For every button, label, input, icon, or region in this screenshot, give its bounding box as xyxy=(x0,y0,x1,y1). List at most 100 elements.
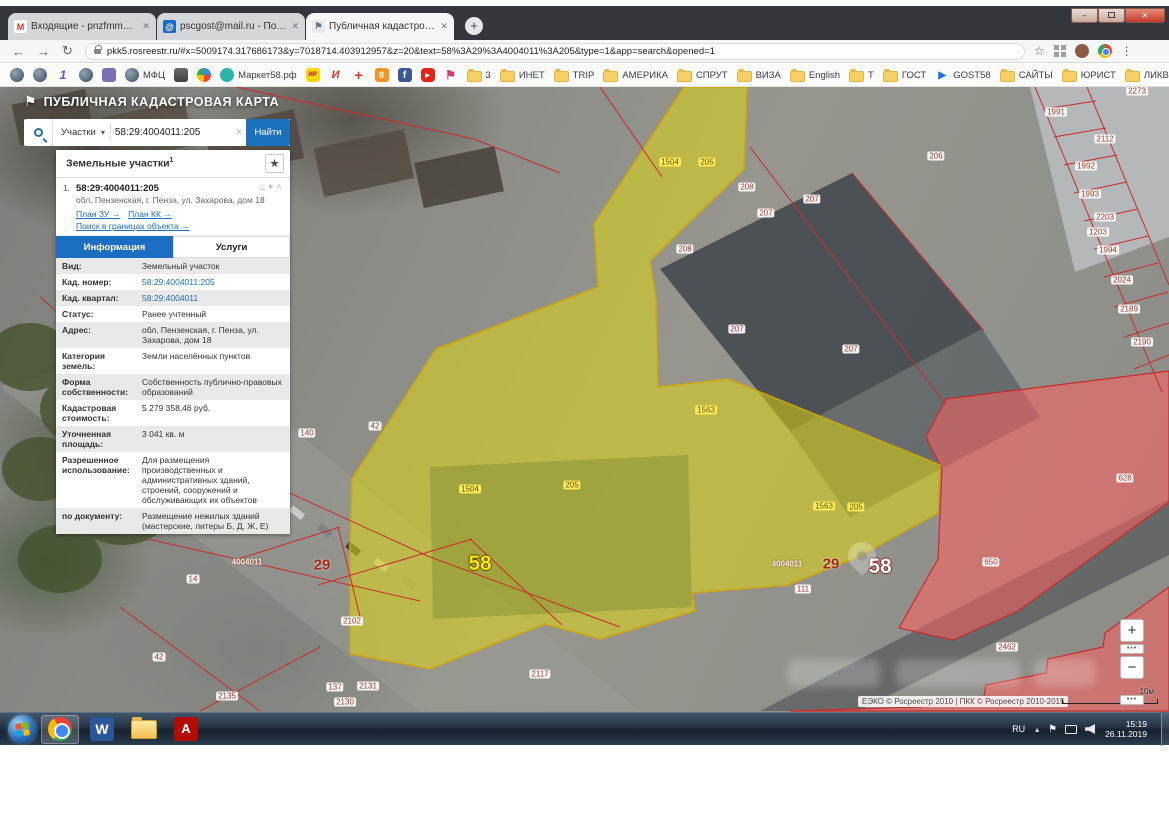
chevron-down-icon: ▾ xyxy=(100,128,105,137)
bookmark-item[interactable] xyxy=(10,68,24,82)
bookmark-item[interactable] xyxy=(374,68,389,82)
bookmark-item[interactable] xyxy=(33,68,47,82)
bookmark-item[interactable]: GOST58 xyxy=(935,68,991,82)
language-indicator[interactable]: RU xyxy=(1012,724,1025,734)
bookmark-star-icon[interactable]: ☆ xyxy=(1034,44,1045,58)
panel-title-count: 1 xyxy=(169,157,174,165)
close-button[interactable]: ✕ xyxy=(1125,8,1165,23)
back-button[interactable]: ← xyxy=(12,44,25,59)
browser-tab[interactable]: Публичная кадастровая карта✕ xyxy=(306,13,454,40)
browser-toolbar: ← → ↻ pkk5.rosreestr.ru/#x=5009174.31768… xyxy=(0,40,1169,63)
zoom-out-button[interactable]: − xyxy=(1120,656,1144,679)
new-tab-button[interactable]: + xyxy=(465,17,483,35)
bookmark-item[interactable]: ЮРИСТ xyxy=(1061,68,1116,82)
taskbar-word[interactable]: W xyxy=(83,715,121,744)
field-value[interactable]: 58:29:4004011 xyxy=(142,293,284,303)
tab-close-icon[interactable]: ✕ xyxy=(142,21,150,32)
profile-avatar[interactable] xyxy=(1074,44,1089,58)
action-center-flag-icon[interactable]: ⚑ xyxy=(1048,724,1057,735)
bookmark-item[interactable]: СПРУТ xyxy=(676,68,728,82)
field-row: Разрешенное использование: Для размещения… xyxy=(56,452,290,508)
bookmark-item[interactable] xyxy=(444,68,458,82)
browser-tab[interactable]: pscgost@mail.ru - Почта Mail.ru ✕ xyxy=(157,13,305,40)
bookmark-item[interactable]: Т xyxy=(849,68,874,82)
zoom-controls: + ••• − ••• xyxy=(1120,619,1144,707)
taskbar-explorer[interactable] xyxy=(125,715,163,744)
result-link[interactable]: План ЗУ → xyxy=(76,209,120,219)
network-monitor-icon[interactable] xyxy=(1065,724,1078,734)
bookmark-item[interactable] xyxy=(420,68,435,82)
maximize-button[interactable] xyxy=(1098,8,1125,23)
tray-expand-icon[interactable]: ▴ xyxy=(1035,725,1039,734)
bookmark-item[interactable]: ГОСТ xyxy=(882,68,926,82)
minimize-button[interactable]: – xyxy=(1071,8,1098,23)
tab-services[interactable]: Услуги xyxy=(173,236,290,258)
bookmark-item[interactable]: 3 xyxy=(466,68,491,82)
tray-time: 15:19 xyxy=(1125,719,1147,729)
extension-grid-icon[interactable] xyxy=(1053,45,1066,57)
bookmark-item[interactable]: АМЕРИКА xyxy=(603,68,668,82)
menu-kebab-icon[interactable]: ⋮ xyxy=(1121,44,1133,58)
bookmark-item[interactable] xyxy=(56,68,70,82)
bookmark-item[interactable]: English xyxy=(789,68,841,82)
box-icon xyxy=(102,68,116,82)
bookmark-item[interactable]: ИНЕТ xyxy=(499,68,545,82)
maximize-icon xyxy=(1108,12,1115,18)
folder-icon xyxy=(882,68,898,82)
reload-button[interactable]: ↻ xyxy=(62,43,73,59)
bookmark-label: ЮРИСТ xyxy=(1080,69,1116,81)
bookmark-label: English xyxy=(808,69,841,81)
tab-close-icon[interactable]: ✕ xyxy=(440,21,448,32)
bookmark-item[interactable] xyxy=(352,68,366,82)
result-link[interactable]: Поиск в границах объекта → xyxy=(76,221,190,231)
folder-icon xyxy=(849,68,865,82)
search-category-dropdown[interactable]: Участки xyxy=(53,127,101,138)
clear-search-icon[interactable]: × xyxy=(236,127,242,138)
bookmark-item[interactable]: TRIP xyxy=(553,68,594,82)
field-value[interactable]: 58:29:4004011:205 xyxy=(142,277,284,287)
bookmark-label: МФЦ xyxy=(143,69,166,81)
bookmark-item[interactable] xyxy=(79,68,93,82)
bookmark-item[interactable]: ЛИКВИДАЦИЯ xyxy=(1124,68,1169,82)
taskbar-chrome[interactable] xyxy=(41,714,79,744)
bookmark-item[interactable] xyxy=(397,68,412,82)
show-desktop-button[interactable] xyxy=(1161,712,1169,746)
start-button[interactable] xyxy=(8,714,37,744)
globe-icon xyxy=(33,68,47,82)
zoom-dots-divider[interactable]: ••• xyxy=(1120,644,1144,654)
pink-parcel-upper[interactable] xyxy=(898,370,1169,641)
result-link[interactable]: План КК → xyxy=(128,209,172,219)
bookmark-item[interactable] xyxy=(329,68,343,82)
favorite-star-button[interactable]: ★ xyxy=(265,154,284,173)
browser-tab[interactable]: Входящие - pnzfmm@gmail.co✕ xyxy=(8,13,156,40)
bookmark-item[interactable] xyxy=(197,68,212,82)
more-options-button[interactable]: ••• xyxy=(1120,695,1144,705)
bookmark-item[interactable] xyxy=(174,68,189,82)
cadastral-map[interactable]: 2273 1991 2112 1992 1993 2203 1203 1994 2024 2189… xyxy=(0,87,1169,712)
bookmark-item[interactable]: ВИЗА xyxy=(736,68,781,82)
building-light-roof xyxy=(1030,87,1169,272)
clock[interactable]: 15:19 26.11.2019 xyxy=(1105,719,1147,739)
search-icon-box[interactable] xyxy=(24,119,52,146)
forward-button[interactable]: → xyxy=(37,44,50,59)
folder-icon xyxy=(603,68,619,82)
bookmark-label: Т xyxy=(868,69,874,81)
bookmark-item[interactable]: Маркет58.рф xyxy=(220,68,297,82)
garrow-icon xyxy=(935,68,949,82)
result-item[interactable]: 1. △★∧ 58:29:4004011:205 обл. Пензенская… xyxy=(56,178,290,236)
bookmark-item[interactable] xyxy=(102,68,116,82)
tab-information[interactable]: Информация xyxy=(56,236,173,258)
one-icon xyxy=(56,68,70,82)
taskbar-adobe[interactable]: A xyxy=(167,715,205,744)
search-submit-button[interactable]: Найти xyxy=(246,119,290,146)
zoom-in-button[interactable]: + xyxy=(1120,619,1144,642)
bookmark-item[interactable] xyxy=(305,68,320,82)
speaker-icon[interactable] xyxy=(1085,724,1096,734)
bookmark-label: 3 xyxy=(485,69,491,81)
bookmark-item[interactable]: САЙТЫ xyxy=(999,68,1053,82)
bookmark-item[interactable]: МФЦ xyxy=(125,68,165,82)
chrome-extension-icon[interactable] xyxy=(1097,44,1112,58)
address-bar[interactable]: pkk5.rosreestr.ru/#x=5009174.317686173&y… xyxy=(84,42,1025,60)
tab-close-icon[interactable]: ✕ xyxy=(291,21,299,32)
search-input[interactable] xyxy=(110,121,233,144)
